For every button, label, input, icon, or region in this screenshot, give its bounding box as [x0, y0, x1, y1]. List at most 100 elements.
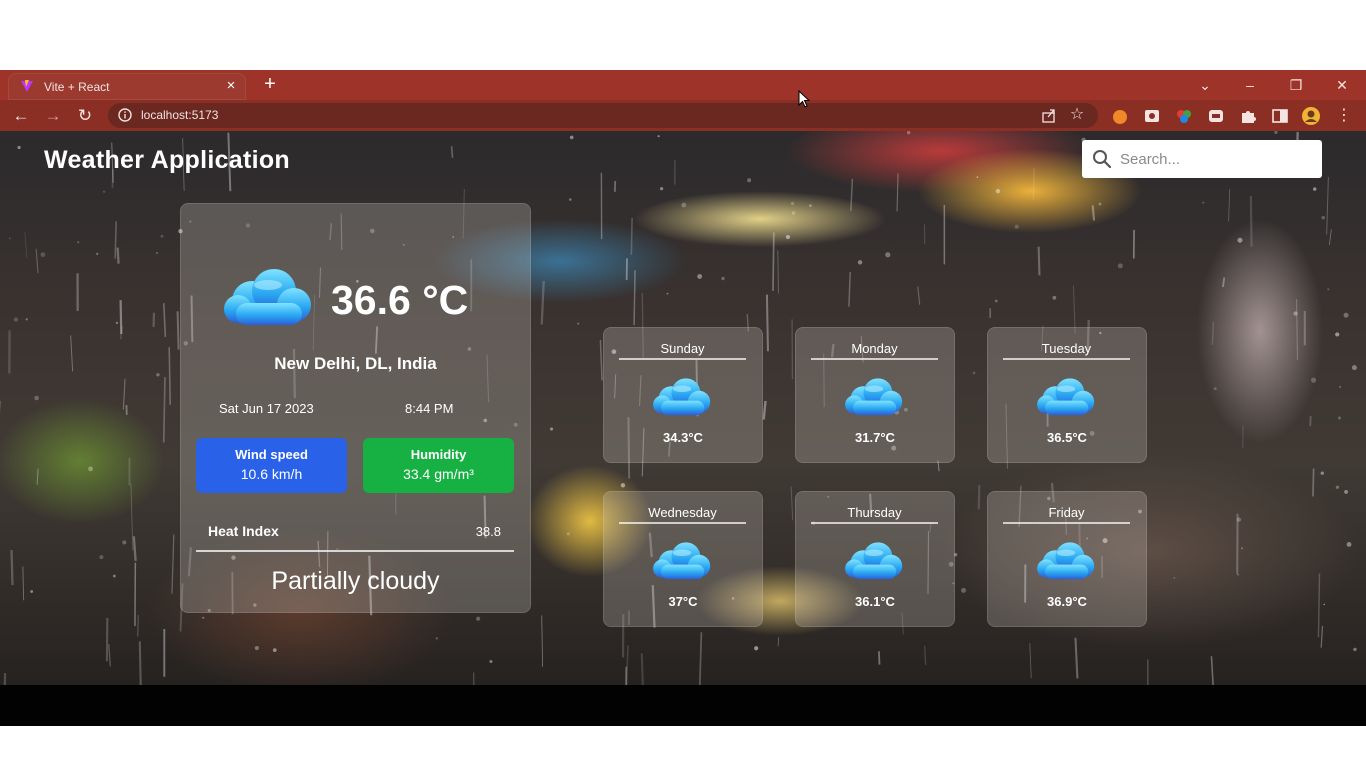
forecast-card: Monday 31.7°C [795, 327, 955, 463]
cloud-icon [1035, 541, 1097, 583]
browser-toolbar: ← → ↻ localhost:5173 ☆ ⋮ [0, 100, 1366, 131]
rain-drop [272, 648, 277, 653]
rain-streak [765, 294, 769, 352]
search-box[interactable] [1082, 140, 1322, 178]
restore-icon[interactable]: ❐ [1281, 74, 1311, 96]
rain-streak [848, 271, 851, 307]
rain-streak [630, 217, 633, 255]
menu-kebab-icon[interactable]: ⋮ [1332, 104, 1356, 128]
info-icon[interactable] [118, 108, 132, 122]
rain-drop [1327, 288, 1330, 291]
rain-streak [878, 651, 881, 665]
wind-speed-badge: Wind speed 10.6 km/h [196, 438, 347, 493]
current-date: Sat Jun 17 2023 [219, 401, 314, 416]
minimize-icon[interactable]: – [1235, 74, 1265, 96]
cloud-icon [651, 377, 713, 419]
tab-title: Vite + React [44, 80, 110, 94]
rain-drop [99, 555, 104, 560]
rain-streak [162, 377, 166, 443]
forecast-day: Sunday [619, 341, 746, 360]
rain-drop [1351, 365, 1357, 371]
rain-drop [13, 317, 18, 322]
new-tab-button[interactable]: + [259, 73, 281, 95]
rain-streak [917, 286, 921, 305]
rain-streak [119, 300, 123, 335]
rain-streak [108, 644, 111, 667]
close-window-icon[interactable]: ✕ [1327, 74, 1357, 96]
extensions-puzzle-icon[interactable] [1238, 106, 1258, 126]
rain-drop [160, 234, 164, 238]
rain-streak [138, 641, 142, 685]
rain-drop [1117, 263, 1123, 269]
cloud-icon [222, 267, 314, 331]
humidity-value: 33.4 gm/m³ [403, 466, 474, 482]
profile-avatar[interactable] [1301, 106, 1321, 126]
forecast-temperature: 36.1°C [855, 594, 895, 609]
rain-drop [791, 211, 796, 215]
humidity-label: Humidity [410, 447, 467, 462]
rain-streak [1296, 299, 1298, 361]
rain-streak [541, 615, 543, 667]
rain-drop [1052, 295, 1057, 300]
browser-tab[interactable]: Vite + React × [8, 73, 246, 100]
rain-streak [171, 534, 175, 594]
forecast-temperature: 31.7°C [855, 430, 895, 445]
wind-speed-value: 10.6 km/h [240, 466, 303, 482]
page-viewport: Weather Application 36.6 °C New Delhi, D… [0, 131, 1366, 685]
rain-streak [850, 178, 854, 212]
rain-streak [698, 632, 703, 685]
tab-close-icon[interactable]: × [222, 77, 240, 95]
rain-drop [972, 371, 976, 375]
extension-fox-icon[interactable] [1110, 106, 1130, 126]
address-bar[interactable]: localhost:5173 ☆ [108, 103, 1098, 128]
rain-drop [1098, 202, 1102, 206]
rain-streak [1211, 321, 1215, 345]
tab-search-icon[interactable]: ⌄ [1190, 74, 1220, 96]
rain-drop [961, 587, 967, 593]
back-icon[interactable]: ← [9, 104, 33, 128]
rain-streak [1091, 205, 1096, 221]
vite-logo-icon [21, 80, 33, 92]
search-input[interactable] [1120, 146, 1314, 172]
current-time: 8:44 PM [405, 401, 454, 416]
rain-streak [168, 347, 171, 405]
rain-streak [777, 250, 779, 294]
rain-streak [1032, 167, 1035, 200]
rain-drop [1213, 387, 1217, 391]
rain-streak [1312, 468, 1315, 497]
reload-icon[interactable]: ↻ [73, 104, 97, 128]
rain-streak [896, 173, 899, 212]
rain-drop [1274, 131, 1278, 134]
share-icon[interactable] [1040, 107, 1058, 125]
current-weather-card: 36.6 °C New Delhi, DL, India Sat Jun 17 … [180, 203, 531, 613]
rain-drop [1240, 547, 1244, 550]
rain-drop [96, 252, 99, 255]
rain-drop [1346, 542, 1352, 547]
rain-drop [697, 274, 703, 279]
rain-drop [1320, 471, 1324, 475]
rain-drop [489, 659, 493, 663]
rain-drop [1202, 201, 1205, 204]
rain-drop [976, 176, 979, 178]
bookmark-star-icon[interactable]: ☆ [1068, 105, 1086, 125]
forecast-temperature: 37°C [668, 594, 698, 609]
rain-drop [1343, 312, 1349, 318]
rain-drop [666, 292, 669, 295]
forecast-card: Friday 36.9°C [987, 491, 1147, 627]
forward-icon[interactable]: → [41, 104, 65, 128]
extension-screenshot-icon[interactable] [1142, 106, 1162, 126]
rain-drop [906, 131, 911, 135]
rain-drop [40, 252, 46, 258]
rain-drop [994, 299, 998, 303]
rain-drop [566, 532, 570, 536]
rain-streak [24, 232, 28, 258]
side-panel-icon[interactable] [1270, 106, 1290, 126]
rain-streak [1074, 637, 1079, 679]
forecast-day: Friday [1003, 505, 1130, 524]
rain-drop [17, 145, 21, 150]
rain-streak [977, 485, 981, 510]
rain-streak [1228, 189, 1231, 222]
extension-color-icon[interactable] [1174, 106, 1194, 126]
rain-streak [132, 536, 137, 561]
extension-grammar-icon[interactable] [1206, 106, 1226, 126]
